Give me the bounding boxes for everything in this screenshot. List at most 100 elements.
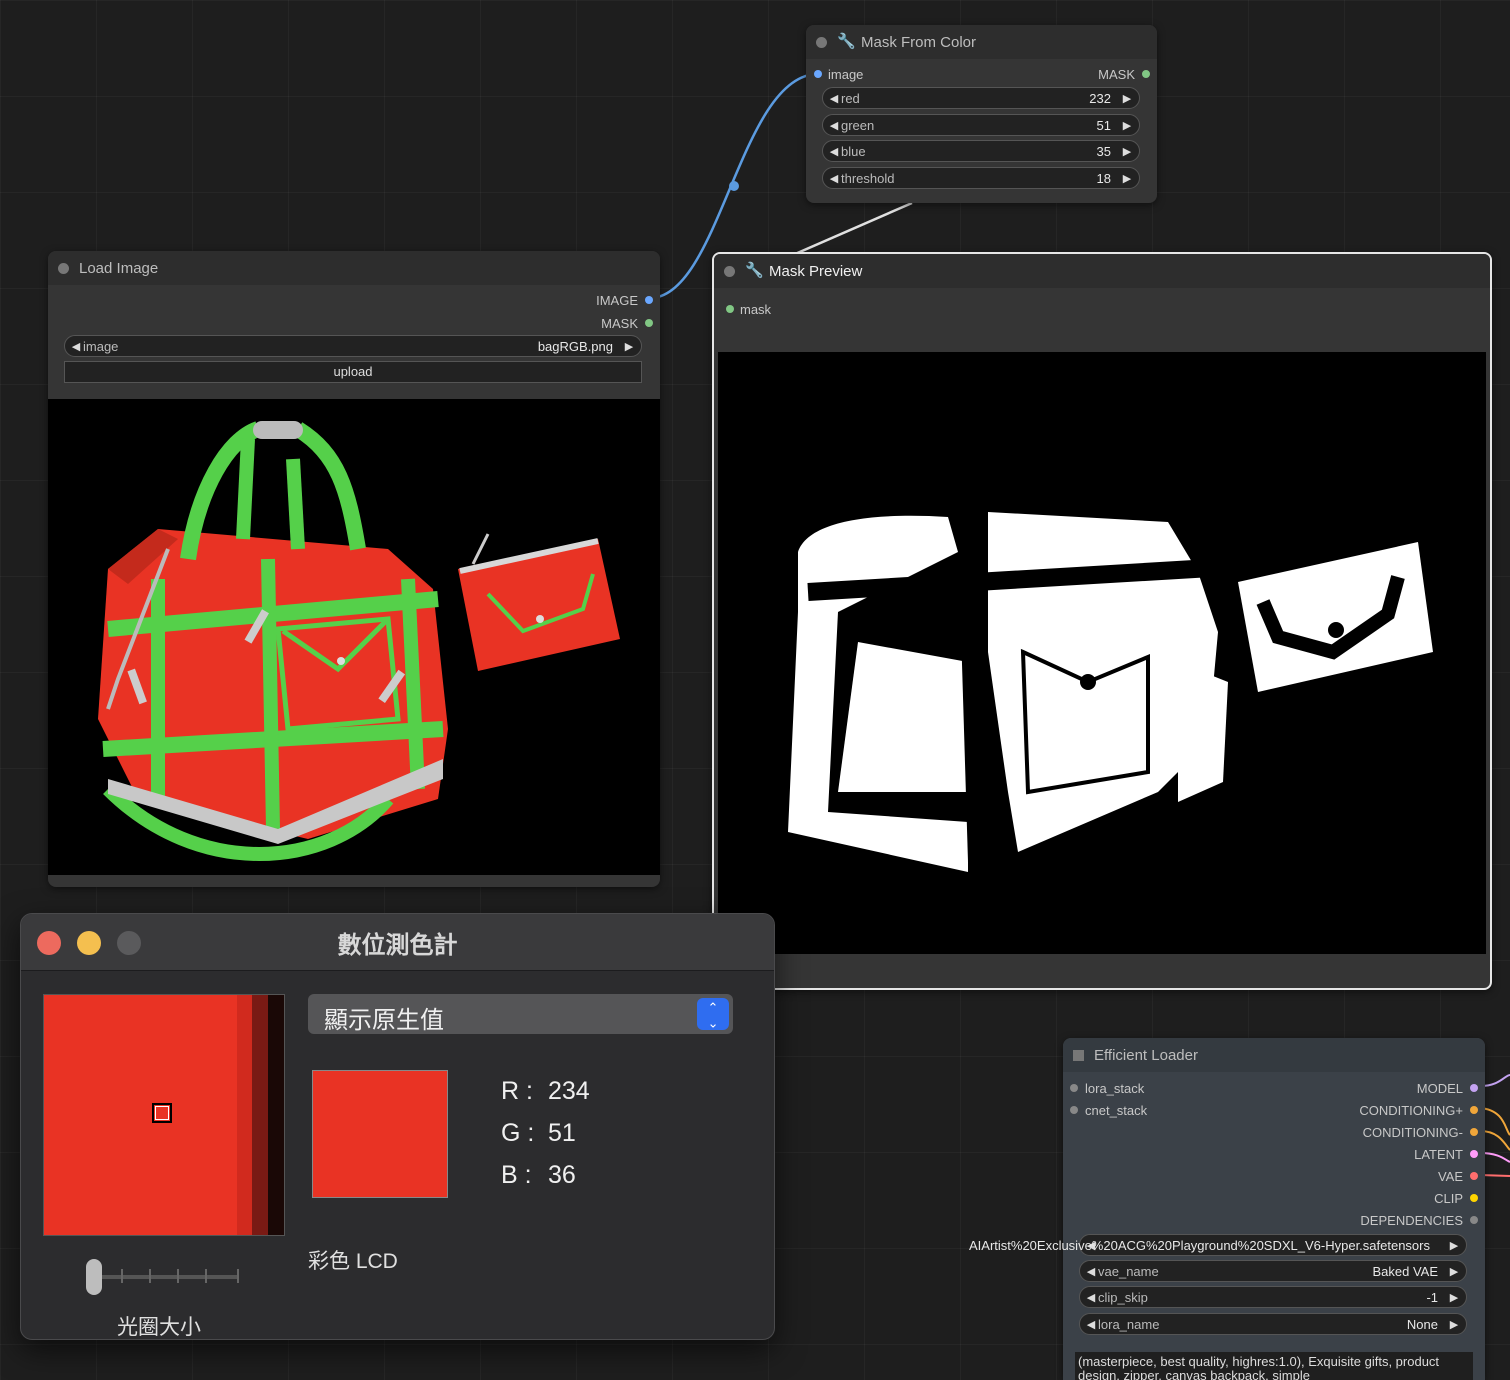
decrement-arrow-icon[interactable]: ◀ <box>827 172 841 185</box>
vae-name-widget[interactable]: ◀ vae_name Baked VAE ▶ <box>1079 1260 1467 1282</box>
r-value: 234 <box>548 1077 590 1105</box>
minimize-window-button[interactable] <box>77 931 101 955</box>
cond-pos-output-slot[interactable] <box>1470 1106 1478 1114</box>
image-preview <box>48 399 660 875</box>
green-widget[interactable]: ◀ green 51 ▶ <box>822 114 1140 136</box>
image-input-label: image <box>828 67 864 82</box>
next-arrow-icon[interactable]: ▶ <box>1446 1265 1462 1278</box>
latent-output-label: LATENT <box>1414 1147 1463 1162</box>
increment-arrow-icon[interactable]: ▶ <box>1119 119 1135 132</box>
efficient-loader-node[interactable]: Efficient Loader lora_stack cnet_stack M… <box>969 1038 1485 1380</box>
increment-arrow-icon[interactable]: ▶ <box>1119 145 1135 158</box>
mask-output-label: MASK <box>1098 67 1135 82</box>
color-meter-window[interactable]: 數位測色計 光圈大小 顯示原生值 ⌃ ⌃ R: 234 G: 51 B: … <box>20 913 775 1340</box>
mask-from-color-node[interactable]: 🔧 Mask From Color image MASK ◀ red 232 ▶… <box>806 25 1157 203</box>
widget-value: 18 <box>1096 170 1111 186</box>
image-output-slot[interactable] <box>645 296 653 304</box>
cnet-stack-label: cnet_stack <box>1085 1103 1148 1118</box>
node-title-bar[interactable]: Efficient Loader <box>1063 1038 1485 1072</box>
cond-neg-output-slot[interactable] <box>1470 1128 1478 1136</box>
widget-value: bagRGB.png <box>537 338 613 354</box>
image-output-label: IMAGE <box>596 293 638 308</box>
mask-output-label: MASK <box>601 316 638 331</box>
prev-arrow-icon[interactable]: ◀ <box>1084 1265 1098 1278</box>
color-swatch <box>312 1070 448 1198</box>
lora-name-widget[interactable]: ◀ lora_name None ▶ <box>1079 1313 1467 1335</box>
collapse-dot-icon[interactable] <box>816 36 827 48</box>
threshold-widget[interactable]: ◀ threshold 18 ▶ <box>822 167 1140 189</box>
node-title: Mask From Color <box>861 33 977 51</box>
increment-arrow-icon[interactable]: ▶ <box>1446 1291 1462 1304</box>
b-value: 36 <box>548 1161 576 1189</box>
model-output-slot[interactable] <box>1470 1084 1478 1092</box>
clip-skip-widget[interactable]: ◀ clip_skip -1 ▶ <box>1079 1286 1467 1308</box>
window-body: 光圈大小 顯示原生值 ⌃ ⌃ R : 234 G : 51 B : 36 彩色 L… <box>21 971 774 1339</box>
latent-output-slot[interactable] <box>1470 1150 1478 1158</box>
mask-output-slot[interactable] <box>645 319 653 327</box>
node-title-bar[interactable]: Load Image <box>48 251 660 285</box>
aperture-slider[interactable] <box>86 1259 241 1295</box>
widget-label: image <box>83 338 119 354</box>
dependencies-output-slot[interactable] <box>1470 1216 1478 1224</box>
display-mode-dropdown[interactable]: 顯示原生值 ⌃ ⌃ <box>308 994 733 1034</box>
aperture-label: 光圈大小 <box>117 1316 201 1339</box>
image-input-slot[interactable] <box>814 70 822 78</box>
close-window-button[interactable] <box>37 931 61 955</box>
widget-label: red <box>841 90 860 106</box>
positive-prompt-textarea[interactable]: (masterpiece, best quality, highres:1.0)… <box>1075 1352 1473 1380</box>
next-arrow-icon[interactable]: ▶ <box>621 340 637 353</box>
node-title: Mask Preview <box>769 262 863 280</box>
cnet-stack-input-slot[interactable] <box>1070 1106 1078 1114</box>
decrement-arrow-icon[interactable]: ◀ <box>1084 1291 1098 1304</box>
wrench-icon: 🔧 <box>745 262 764 279</box>
decrement-arrow-icon[interactable]: ◀ <box>827 145 841 158</box>
bag-image <box>98 421 620 861</box>
widget-value: 51 <box>1096 117 1111 133</box>
collapse-dot-icon[interactable] <box>724 265 735 277</box>
dropdown-value: 顯示原生值 <box>324 1007 444 1034</box>
mask-input-slot[interactable] <box>726 305 734 313</box>
blue-widget[interactable]: ◀ blue 35 ▶ <box>822 140 1140 162</box>
node-title: Load Image <box>79 259 159 277</box>
increment-arrow-icon[interactable]: ▶ <box>1119 172 1135 185</box>
image-select-widget[interactable]: ◀ image bagRGB.png ▶ <box>64 335 642 357</box>
node-title-bar[interactable]: 🔧 Mask From Color <box>806 25 1157 59</box>
vae-output-slot[interactable] <box>1470 1172 1478 1180</box>
ckpt-name-widget[interactable]: ◀ AIArtist%20Exclusive%20ACG%20Playgroun… <box>969 1234 1467 1256</box>
decrement-arrow-icon[interactable]: ◀ <box>827 119 841 132</box>
prev-arrow-icon[interactable]: ◀ <box>1084 1318 1098 1331</box>
magnifier-black-strip <box>268 995 284 1235</box>
dependencies-output-label: DEPENDENCIES <box>1360 1213 1463 1228</box>
slider-thumb[interactable] <box>86 1259 102 1295</box>
next-arrow-icon[interactable]: ▶ <box>1446 1318 1462 1331</box>
cond-neg-output-label: CONDITIONING- <box>1362 1125 1463 1140</box>
widget-value: Baked VAE <box>1372 1263 1438 1279</box>
mask-output-slot[interactable] <box>1142 70 1150 78</box>
mask-input-label: mask <box>740 302 772 317</box>
red-widget[interactable]: ◀ red 232 ▶ <box>822 87 1140 109</box>
clip-output-slot[interactable] <box>1470 1194 1478 1202</box>
lora-stack-label: lora_stack <box>1085 1081 1145 1096</box>
model-output-label: MODEL <box>1416 1081 1463 1096</box>
widget-value: -1 <box>1426 1289 1438 1305</box>
load-image-node[interactable]: Load Image IMAGE MASK ◀ image bagRGB.png… <box>48 251 660 887</box>
upload-button[interactable]: upload <box>64 361 642 383</box>
io-row: image MASK <box>806 63 1157 85</box>
window-titlebar[interactable]: 數位測色計 <box>21 914 774 971</box>
increment-arrow-icon[interactable]: ▶ <box>1119 92 1135 105</box>
zoom-window-button[interactable] <box>117 931 141 955</box>
g-value: 51 <box>548 1119 576 1147</box>
prev-arrow-icon[interactable]: ◀ <box>69 340 83 353</box>
window-title: 數位測色計 <box>337 931 458 959</box>
node-title-bar[interactable]: 🔧 Mask Preview <box>714 254 1490 288</box>
decrement-arrow-icon[interactable]: ◀ <box>827 92 841 105</box>
mask-preview-node[interactable]: 🔧 Mask Preview mask <box>712 252 1492 990</box>
collapse-square-icon[interactable] <box>1073 1049 1084 1061</box>
lora-stack-input-slot[interactable] <box>1070 1084 1078 1092</box>
vae-output-label: VAE <box>1437 1169 1463 1184</box>
widget-label: blue <box>841 143 866 159</box>
next-arrow-icon[interactable]: ▶ <box>1446 1239 1462 1252</box>
magnifier-dark-strip <box>252 995 268 1235</box>
widget-label: lora_name <box>1098 1316 1160 1332</box>
collapse-dot-icon[interactable] <box>58 262 69 274</box>
